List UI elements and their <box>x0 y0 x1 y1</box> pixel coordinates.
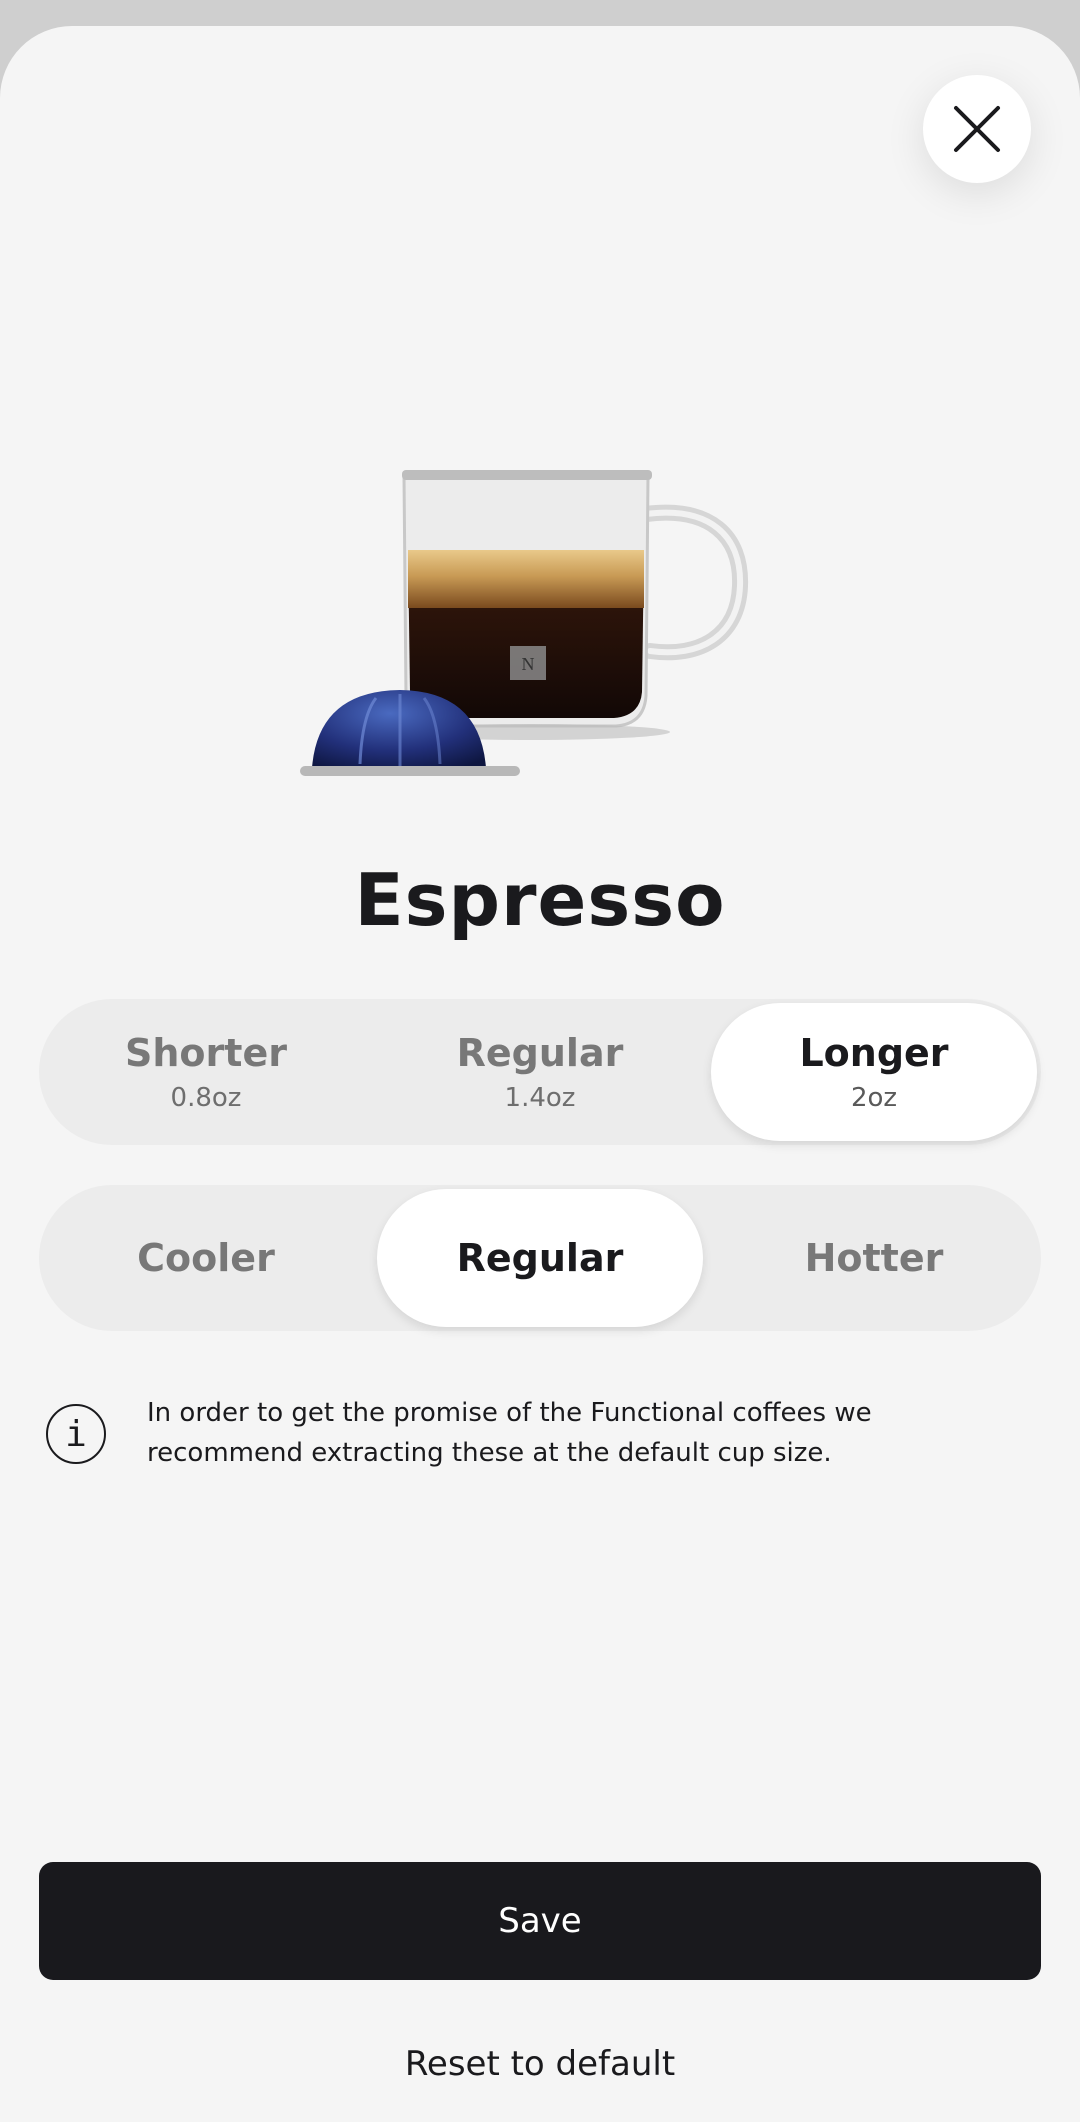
temperature-selector: Cooler Regular Hotter <box>39 1185 1041 1331</box>
temperature-option-hotter[interactable]: Hotter <box>711 1189 1037 1327</box>
close-icon <box>954 106 1000 152</box>
temperature-label: Regular <box>456 1236 624 1280</box>
temperature-option-cooler[interactable]: Cooler <box>43 1189 369 1327</box>
cup-size-selector: Shorter 0.8oz Regular 1.4oz Longer 2oz <box>39 999 1041 1145</box>
close-button[interactable] <box>923 75 1031 183</box>
temperature-option-regular[interactable]: Regular <box>377 1189 703 1327</box>
cup-size-label: Shorter <box>125 1031 287 1075</box>
cup-size-volume: 1.4oz <box>504 1083 576 1113</box>
reset-to-default-button[interactable]: Reset to default <box>0 2044 1080 2084</box>
cup-size-option-shorter[interactable]: Shorter 0.8oz <box>43 1003 369 1141</box>
info-message: In order to get the promise of the Funct… <box>147 1398 872 1468</box>
temperature-label: Cooler <box>137 1236 275 1280</box>
cup-size-option-regular[interactable]: Regular 1.4oz <box>377 1003 703 1141</box>
customization-sheet: N Espresso Shorter 0.8oz Regular 1.4oz L… <box>0 26 1080 2122</box>
cup-size-label: Longer <box>799 1031 949 1075</box>
product-title: Espresso <box>354 858 726 942</box>
temperature-label: Hotter <box>804 1236 944 1280</box>
coffee-cup-image: N <box>300 470 749 776</box>
cup-size-label: Regular <box>456 1031 624 1075</box>
save-button[interactable]: Save <box>39 1862 1041 1980</box>
info-icon: i <box>46 1404 106 1464</box>
svg-text:N: N <box>522 654 535 674</box>
cup-size-volume: 2oz <box>850 1083 898 1113</box>
cup-size-option-longer[interactable]: Longer 2oz <box>711 1003 1037 1141</box>
cup-size-volume: 0.8oz <box>170 1083 242 1113</box>
